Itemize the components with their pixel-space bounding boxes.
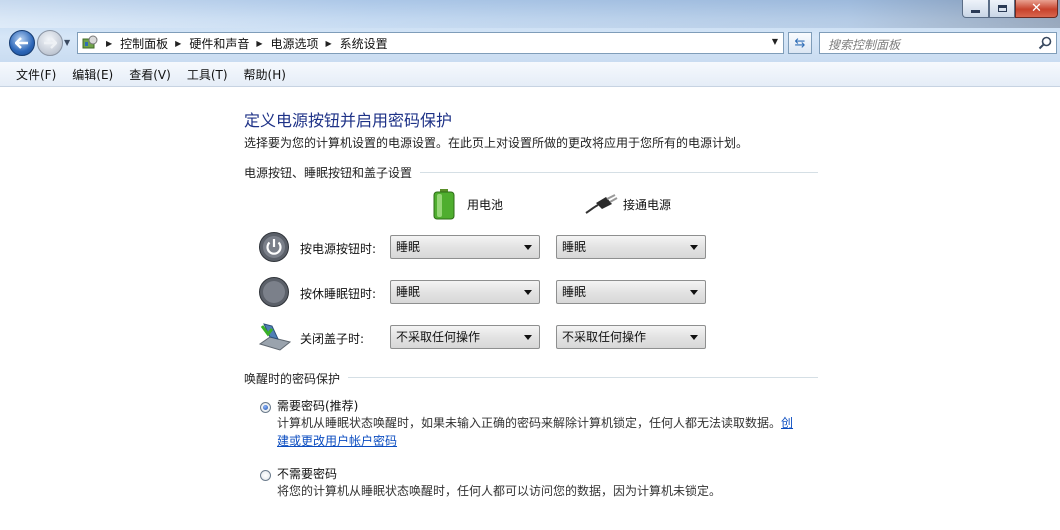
close-icon: ✕ — [1031, 0, 1042, 16]
change-password-link[interactable]: 创 — [781, 416, 793, 430]
selected-value: 不采取任何操作 — [562, 330, 647, 344]
menu-edit[interactable]: 编辑(E) — [64, 66, 121, 83]
breadcrumb-separator[interactable]: ▶ — [175, 39, 181, 48]
maximize-button[interactable] — [989, 0, 1015, 18]
back-arrow-icon — [15, 37, 28, 49]
chevron-down-icon — [690, 335, 698, 340]
require-password-radio[interactable] — [260, 402, 271, 413]
selected-value: 睡眠 — [562, 240, 587, 254]
search-icon[interactable] — [1038, 36, 1052, 50]
sleep-button-battery-select[interactable]: 睡眠 — [390, 280, 540, 304]
refresh-button[interactable]: ⇆ — [788, 32, 812, 54]
require-password-description: 计算机从睡眠状态唤醒时，如果未输入正确的密码来解除计算机锁定，任何人都无法读取数… — [277, 414, 807, 450]
selected-value: 睡眠 — [396, 240, 421, 254]
no-password-label[interactable]: 不需要密码 — [277, 465, 337, 482]
breadcrumb-separator[interactable]: ▶ — [256, 39, 262, 48]
recent-pages-dropdown[interactable]: ▼ — [64, 38, 70, 47]
page-title: 定义电源按钮并启用密码保护 — [244, 111, 453, 130]
back-button[interactable] — [9, 30, 35, 56]
minimize-button[interactable] — [962, 0, 989, 18]
sleep-button-label: 按休睡眠钮时: — [300, 287, 377, 301]
selected-value: 睡眠 — [396, 285, 421, 299]
battery-column-label: 用电池 — [467, 198, 504, 212]
power-button-battery-select[interactable]: 睡眠 — [390, 235, 540, 259]
maximize-icon — [997, 5, 1007, 12]
breadcrumb-power-options[interactable]: 电源选项 — [271, 35, 319, 52]
control-panel-icon — [82, 35, 98, 49]
chevron-down-icon — [524, 290, 532, 295]
require-password-label[interactable]: 需要密码(推荐) — [277, 397, 358, 414]
breadcrumb-hardware-sound[interactable]: 硬件和声音 — [189, 35, 249, 52]
no-password-radio[interactable] — [260, 470, 271, 481]
breadcrumb-control-panel[interactable]: 控制面板 — [120, 35, 168, 52]
page-description: 选择要为您的计算机设置的电源设置。在此页上对设置所做的更改将应用于您所有的电源计… — [244, 136, 749, 150]
forward-arrow-icon — [44, 37, 57, 49]
breadcrumb-system-settings[interactable]: 系统设置 — [340, 35, 388, 52]
power-plug-icon — [585, 194, 618, 214]
laptop-lid-icon — [258, 323, 292, 351]
menu-bar: 文件(F) 编辑(E) 查看(V) 工具(T) 帮助(H) — [0, 62, 1060, 87]
close-button[interactable]: ✕ — [1015, 0, 1058, 18]
menu-view[interactable]: 查看(V) — [121, 66, 179, 83]
menu-help[interactable]: 帮助(H) — [236, 66, 294, 83]
lid-close-plugged-select[interactable]: 不采取任何操作 — [556, 325, 706, 349]
power-button-label: 按电源按钮时: — [300, 242, 377, 256]
menu-tools[interactable]: 工具(T) — [179, 66, 236, 83]
forward-button[interactable] — [37, 30, 63, 56]
minimize-icon — [971, 10, 980, 13]
no-password-description: 将您的计算机从睡眠状态唤醒时，任何人都可以访问您的数据，因为计算机未锁定。 — [277, 484, 722, 498]
sleep-button-plugged-select[interactable]: 睡眠 — [556, 280, 706, 304]
chevron-down-icon — [524, 245, 532, 250]
address-bar[interactable]: ▶ 控制面板 ▶ 硬件和声音 ▶ 电源选项 ▶ 系统设置 ▼ — [77, 32, 784, 54]
description-text: 计算机从睡眠状态唤醒时，如果未输入正确的密码来解除计算机锁定，任何人都无法读取数… — [277, 416, 782, 430]
breadcrumb-separator[interactable]: ▶ — [326, 39, 332, 48]
power-button-plugged-select[interactable]: 睡眠 — [556, 235, 706, 259]
title-bar — [0, 0, 1060, 28]
menu-file[interactable]: 文件(F) — [0, 66, 64, 83]
lid-close-battery-select[interactable]: 不采取任何操作 — [390, 325, 540, 349]
battery-icon — [433, 189, 455, 220]
power-section-heading: 电源按钮、睡眠按钮和盖子设置 — [244, 164, 421, 181]
refresh-icon: ⇆ — [794, 35, 806, 51]
sleep-button-icon — [259, 277, 289, 307]
chevron-down-icon — [690, 290, 698, 295]
power-button-icon — [259, 232, 289, 262]
address-dropdown-icon[interactable]: ▼ — [772, 37, 778, 46]
plugged-in-column-label: 接通电源 — [623, 198, 672, 212]
search-placeholder: 搜索控制面板 — [828, 38, 901, 52]
chevron-down-icon — [690, 245, 698, 250]
change-password-link[interactable]: 建或更改用户帐户密码 — [277, 434, 397, 448]
chevron-down-icon — [524, 335, 532, 340]
lid-close-label: 关闭盖子时: — [300, 332, 365, 346]
window-chrome: ✕ ▼ ▶ 控制面板 ▶ 硬件和声音 ▶ 电源选项 ▶ 系统设置 ▼ ⇆ 搜索控… — [0, 0, 1060, 62]
password-section-heading: 唤醒时的密码保护 — [244, 370, 349, 387]
content-pane: 定义电源按钮并启用密码保护 选择要为您的计算机设置的电源设置。在此页上对设置所做… — [0, 87, 1060, 530]
search-input[interactable]: 搜索控制面板 — [819, 32, 1057, 54]
selected-value: 睡眠 — [562, 285, 587, 299]
breadcrumb-separator[interactable]: ▶ — [106, 39, 112, 48]
selected-value: 不采取任何操作 — [396, 330, 481, 344]
